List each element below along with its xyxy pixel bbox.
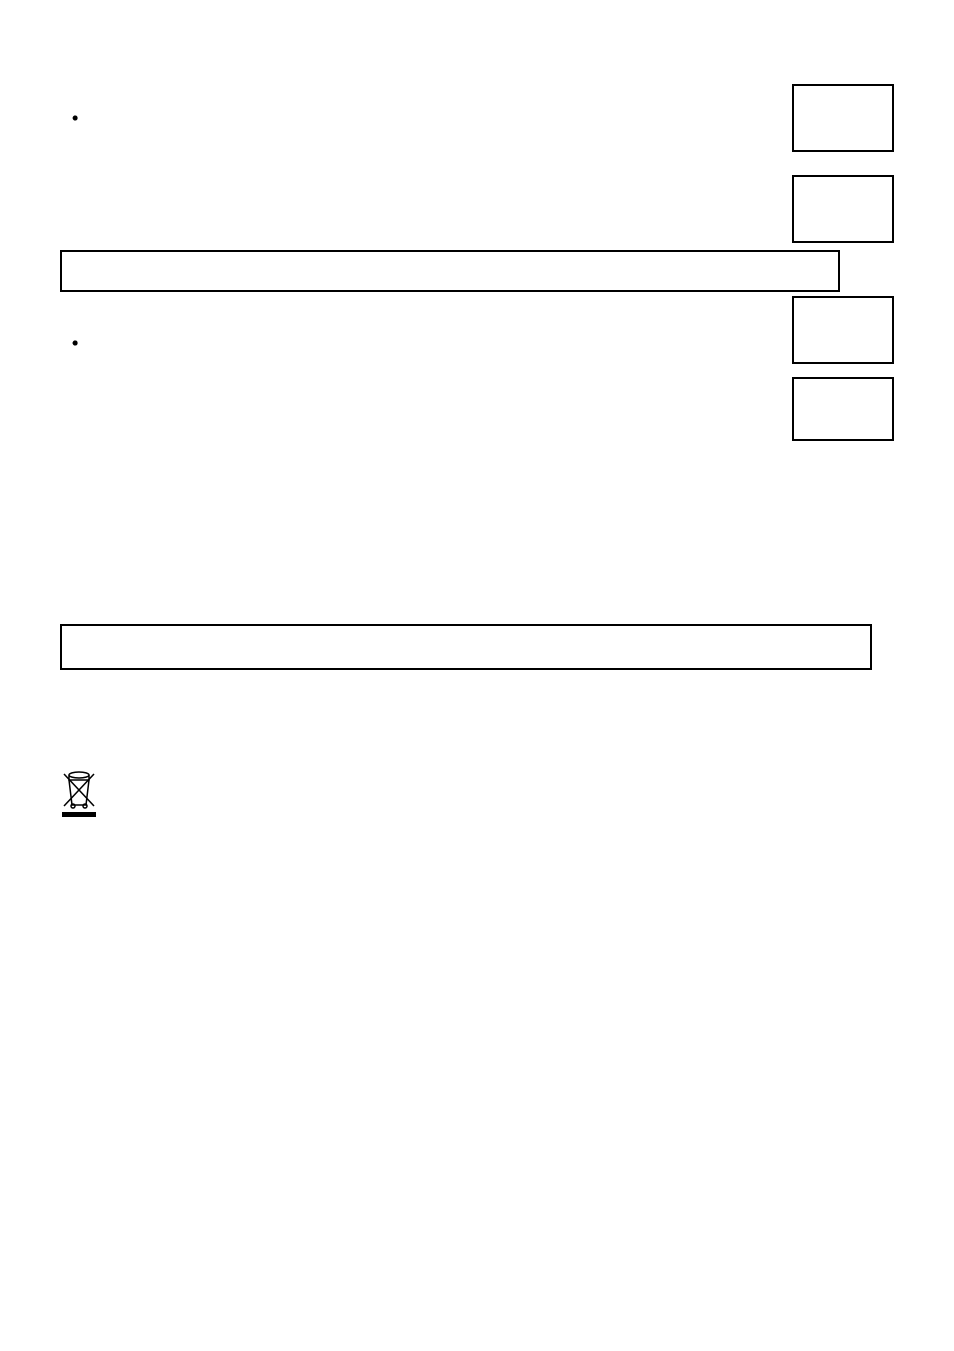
title-box — [60, 624, 872, 670]
figure-box — [792, 175, 894, 243]
figure-box — [792, 84, 894, 152]
document-page — [0, 0, 954, 150]
bullet-section-2 — [60, 317, 720, 335]
title-box — [60, 250, 840, 292]
weee-bin-icon — [56, 770, 102, 818]
figure-box — [792, 296, 894, 364]
figure-box — [792, 377, 894, 441]
